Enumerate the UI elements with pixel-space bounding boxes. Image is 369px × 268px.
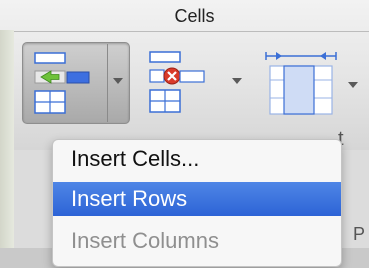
format-button[interactable] bbox=[262, 42, 366, 124]
menu-item-insert-columns: Insert Columns bbox=[71, 228, 219, 253]
insert-dropdown-arrow-icon[interactable] bbox=[113, 78, 123, 84]
insert-dropdown-menu: Insert Cells... Insert Rows Insert Colum… bbox=[52, 139, 342, 267]
cells-group-title: Cells bbox=[174, 6, 215, 26]
format-dropdown-arrow-icon[interactable] bbox=[348, 82, 358, 88]
delete-dropdown-arrow-icon[interactable] bbox=[232, 78, 242, 84]
delete-button[interactable] bbox=[140, 42, 250, 124]
worksheet-edge bbox=[0, 30, 14, 268]
insert-cells-icon bbox=[34, 52, 90, 114]
obscured-text: P bbox=[352, 224, 365, 244]
group-divider bbox=[14, 31, 369, 32]
split-divider bbox=[107, 44, 108, 122]
delete-cells-icon bbox=[149, 51, 205, 113]
format-cells-icon bbox=[265, 52, 337, 115]
menu-item-insert-rows[interactable]: Insert Rows bbox=[53, 182, 341, 216]
menu-item-insert-cells[interactable]: Insert Cells... bbox=[53, 142, 341, 176]
